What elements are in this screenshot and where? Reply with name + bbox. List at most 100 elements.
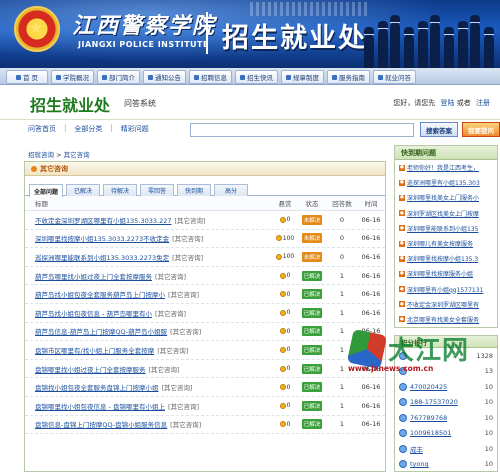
expiring-item-link[interactable]: 深圳罗湖区找美女上门按摩 — [407, 209, 495, 218]
question-title-cell: 深圳哪里找按摩小姐135.3033.2273不收定金 [其它咨询] — [25, 233, 273, 243]
ranking-user-link[interactable]: 767789768 — [410, 414, 458, 422]
expiring-item[interactable]: ● 不收定金深圳罗湖区哪里有 — [395, 297, 497, 312]
question-category[interactable]: [其它咨询] — [155, 310, 186, 318]
question-category[interactable]: [其它咨询] — [149, 366, 180, 374]
expiring-item-link[interactable]: 北京哪里有找美女全套服务 — [407, 315, 495, 324]
bounty-cell: 0 — [273, 402, 297, 409]
question-category[interactable]: [其它咨询] — [170, 328, 201, 336]
filter-tab[interactable]: 快到期 — [177, 184, 211, 196]
expiring-item[interactable]: ● 老师你好！我是江西考生， — [395, 160, 497, 175]
question-link[interactable]: 葫芦岛哪里找小姐过夜上门全套按摩服务 — [35, 273, 152, 281]
expiring-item-link[interactable]: 老师你好！我是江西考生， — [407, 163, 495, 172]
expiring-item[interactable]: ● 深圳哪里找按摩小姐135.3 — [395, 251, 497, 266]
user-icon — [399, 382, 407, 391]
expiring-item[interactable]: ● 巡探洲哪里有小姐135.303 — [395, 175, 497, 190]
ranking-user-link[interactable]: 470020425 — [410, 383, 458, 391]
expiring-item[interactable]: ● 深圳哪里找美女上门服务小 — [395, 190, 497, 205]
nav-item[interactable]: 首 页 — [6, 70, 48, 84]
status-cell: 已解决 — [297, 419, 327, 430]
question-link[interactable]: 盘锦哪里找小姐过夜上门全套按摩服务 — [35, 366, 146, 374]
breadcrumb-current[interactable]: 其它咨询 — [64, 151, 90, 159]
nav-item-label: 学院概况 — [63, 74, 89, 82]
coin-icon — [279, 272, 286, 279]
question-link[interactable]: 深圳哪里找按摩小姐135.3033.2273不收定金 — [35, 235, 169, 243]
expiring-item-link[interactable]: 深圳哪里能联系到小姐135 — [407, 224, 495, 233]
expiring-item-link[interactable]: 深圳哪里找按摩服务小姐 — [407, 269, 495, 278]
filter-tab[interactable]: 零回答 — [140, 184, 174, 196]
time-cell: 06-16 — [361, 271, 381, 280]
question-category[interactable]: [其它咨询] — [162, 384, 193, 392]
expiring-item-link[interactable]: 巡探洲哪里有小姐135.303 — [407, 178, 495, 187]
question-link[interactable]: 巡探洲哪里能联系到小姐135.3033.2273免定 — [35, 254, 169, 262]
nav-item[interactable]: 规章制度 — [281, 70, 324, 84]
question-link[interactable]: 不收定金深圳罗湖区哪里有小姐135.3033.227 — [35, 217, 172, 225]
time-cell: 06-16 — [361, 234, 381, 243]
expiring-item[interactable]: ● 深圳罗湖区找美女上门按摩 — [395, 206, 497, 221]
qa-tagline: 问答系统 — [124, 99, 156, 108]
expiring-item-link[interactable]: 深圳哪儿有美女按摩服务 — [407, 239, 495, 248]
question-link[interactable]: 葫芦岛信息-葫芦岛上门按摩QQ-葫芦岛小姐服 — [35, 328, 167, 336]
ranking-user-link[interactable]: tyong — [410, 460, 458, 468]
expiring-item[interactable]: ● 深圳哪里找按摩服务小姐 — [395, 266, 497, 281]
filter-tab[interactable]: 已解决 — [66, 184, 100, 196]
question-category[interactable]: [其它咨询] — [170, 421, 201, 429]
list-bullet-icon: ● — [399, 270, 405, 277]
question-category[interactable]: [其它咨询] — [172, 254, 203, 262]
question-category[interactable]: [其它咨询] — [168, 291, 199, 299]
nav-item[interactable]: 服务指南 — [327, 70, 370, 84]
question-category[interactable]: [其它咨询] — [155, 273, 186, 281]
expiring-item[interactable]: ● 深圳哪里能联系到小姐135 — [395, 221, 497, 236]
nav-item[interactable]: 通知公告 — [143, 70, 186, 84]
question-link[interactable]: 盘锦哪里找小姐包夜信息 - 盘锦哪里有小姐上 — [35, 403, 165, 411]
status-cell: 已解决 — [297, 382, 327, 393]
nav-item-label: 部门简介 — [109, 74, 135, 82]
login-link[interactable]: 登陆 — [441, 99, 455, 107]
question-link[interactable]: 盘锦信息-盘锦上门按摩QQ-盘锦小姐服务信息 — [35, 421, 167, 429]
question-link[interactable]: 盘锦市区哪里有/找小姐上门服务全套按摩 — [35, 347, 154, 355]
answers-cell: 0 — [339, 252, 345, 261]
expiring-item-link[interactable]: 深圳哪里有小姐qq1577131 — [407, 285, 495, 294]
tab-qa-home[interactable]: 问答首页 — [28, 124, 56, 134]
ranking-user-link[interactable]: 188-17537020 — [410, 398, 458, 406]
bounty-cell: 0 — [273, 291, 297, 298]
question-link[interactable]: 葫芦岛找小姐包夜信息 - 葫芦岛哪里有小 — [35, 310, 152, 318]
nav-item[interactable]: 部门简介 — [97, 70, 140, 84]
expiring-item-link[interactable]: 深圳哪里找美女上门服务小 — [407, 193, 495, 202]
nav-item[interactable]: 招聘信息 — [189, 70, 232, 84]
answers-cell: 1 — [339, 308, 345, 317]
officer-figure — [444, 27, 454, 68]
expiring-item[interactable]: ● 深圳哪儿有美女按摩服务 — [395, 236, 497, 251]
ask-question-button[interactable]: 我要提问 — [462, 122, 500, 137]
nav-item[interactable]: 学院概况 — [51, 70, 94, 84]
office-title: 招生就业处 — [222, 23, 367, 54]
search-input[interactable] — [190, 123, 414, 137]
register-link[interactable]: 注册 — [476, 99, 490, 107]
question-category[interactable]: [其它咨询] — [157, 347, 188, 355]
search-button[interactable]: 搜索答案 — [420, 122, 458, 137]
ranking-user-link[interactable]: 成丰 — [410, 444, 458, 454]
tab-all-categories[interactable]: 全部分类 — [74, 124, 102, 134]
expiring-item-link[interactable]: 深圳哪里找按摩小姐135.3 — [407, 254, 495, 263]
filter-tab[interactable]: 高分 — [214, 184, 248, 196]
question-category[interactable]: [其它咨询] — [172, 235, 203, 243]
ranking-item: 188-17537020 10 — [395, 395, 497, 411]
expiring-item[interactable]: ● 北京哪里有找美女全套服务 — [395, 312, 497, 327]
nav-item[interactable]: 就业问答 — [373, 70, 416, 84]
question-link[interactable]: 葫芦岛找小姐包夜全套服务葫芦岛上门按摩小 — [35, 291, 165, 299]
filter-tab[interactable]: 待解决 — [103, 184, 137, 196]
question-category[interactable]: [其它咨询] — [175, 217, 206, 225]
list-bullet-icon: ● — [399, 286, 405, 293]
ranking-user-link[interactable]: 1009618501 — [410, 429, 458, 437]
bounty-cell: 100 — [273, 235, 297, 242]
expiring-item-link[interactable]: 不收定金深圳罗湖区哪里有 — [407, 300, 495, 309]
question-link[interactable]: 盘锦找小姐包夜全套服务盘锦上门按摩小姐 — [35, 384, 159, 392]
expiring-item[interactable]: ● 深圳哪里有小姐qq1577131 — [395, 282, 497, 297]
breadcrumb-root[interactable]: 招就咨询 — [28, 151, 54, 159]
filter-tab[interactable]: 全部问题 — [29, 184, 63, 197]
tab-featured[interactable]: 精彩问题 — [121, 124, 149, 134]
nav-item[interactable]: 招生快讯 — [235, 70, 278, 84]
officer-figure — [404, 27, 414, 68]
coin-icon — [279, 346, 286, 353]
question-category[interactable]: [其它咨询] — [168, 403, 199, 411]
coin-icon — [279, 421, 286, 428]
